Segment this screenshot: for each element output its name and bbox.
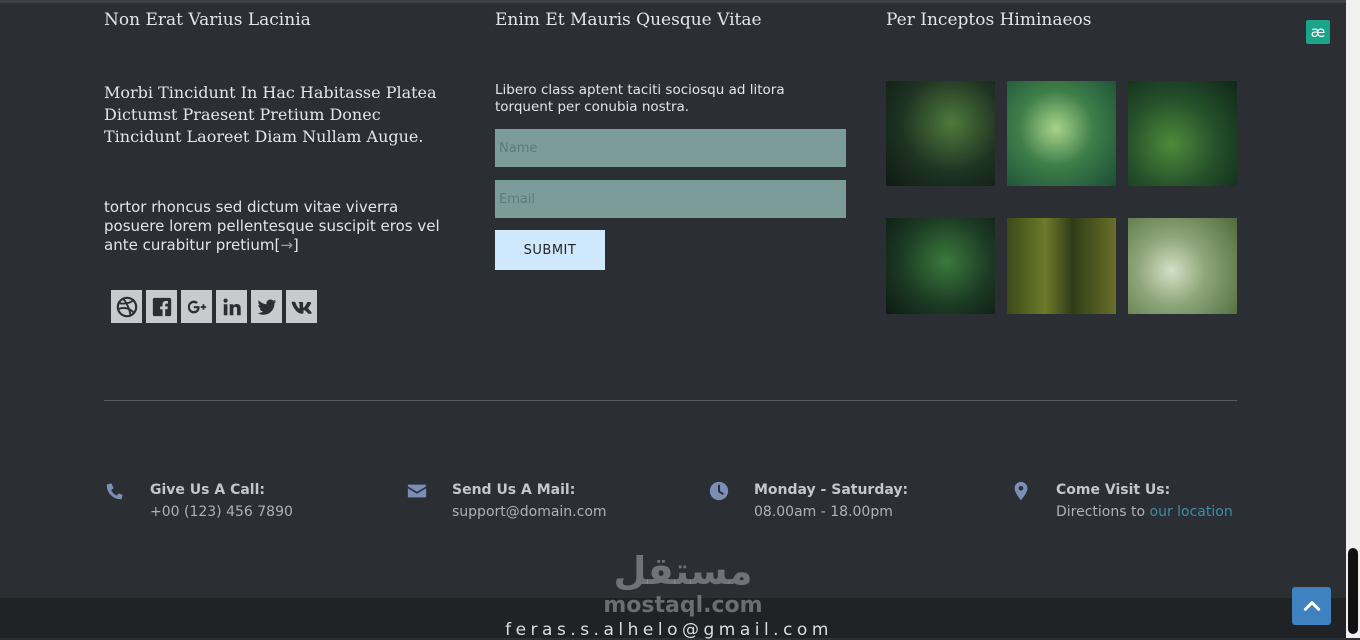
phone-icon xyxy=(104,480,126,502)
contact-hours-value: 08.00am - 18.00pm xyxy=(754,504,893,520)
footer-column-about: Non Erat Varius Lacinia Morbi Tincidunt … xyxy=(104,10,454,323)
gallery-image[interactable] xyxy=(886,218,995,314)
google-plus-icon[interactable] xyxy=(181,290,212,323)
submit-button[interactable]: SUBMIT xyxy=(495,230,605,270)
mostaql-watermark: مستقل mostaql.com xyxy=(598,548,768,618)
gallery-image[interactable] xyxy=(1007,218,1116,314)
contact-title: Give Us A Call: xyxy=(150,482,265,498)
email-input[interactable] xyxy=(495,180,846,218)
about-paragraph: tortor rhoncus sed dictum vitae viverra … xyxy=(104,198,440,254)
our-location-link[interactable]: our location xyxy=(1150,504,1233,520)
subscribe-paragraph: Libero class aptent taciti sociosqu ad l… xyxy=(495,82,785,115)
top-divider xyxy=(0,0,1346,3)
contact-email: support@domain.com xyxy=(452,504,607,520)
column-title: Enim Et Mauris Quesque Vitae xyxy=(495,10,762,30)
envelope-icon xyxy=(406,480,428,502)
linkedin-icon[interactable] xyxy=(216,290,247,323)
about-serif-paragraph: Morbi Tincidunt In Hac Habitasse Platea … xyxy=(104,83,437,146)
read-more-arrow-icon[interactable]: → xyxy=(280,236,293,254)
footer-column-subscribe: Enim Et Mauris Quesque Vitae Libero clas… xyxy=(495,10,847,270)
gallery-image[interactable] xyxy=(886,81,995,186)
contact-directions: Directions to our location xyxy=(1056,504,1233,520)
image-gallery xyxy=(886,81,1238,315)
footer-column-gallery: Per Inceptos Himinaeos xyxy=(886,10,1238,314)
facebook-icon[interactable] xyxy=(146,290,177,323)
scrollbar[interactable] xyxy=(1346,0,1360,638)
gallery-image[interactable] xyxy=(1128,218,1237,314)
dribbble-icon[interactable] xyxy=(111,290,142,323)
ae-badge-icon[interactable]: æ xyxy=(1306,20,1330,44)
scrollbar-thumb[interactable] xyxy=(1348,548,1358,634)
footer-divider xyxy=(104,400,1237,401)
name-input[interactable] xyxy=(495,129,846,167)
contact-phone: +00 (123) 456 7890 xyxy=(150,504,293,520)
gallery-image[interactable] xyxy=(1007,81,1116,186)
column-title: Non Erat Varius Lacinia xyxy=(104,10,311,30)
watermark-arabic: مستقل xyxy=(613,549,753,593)
contact-title: Come Visit Us: xyxy=(1056,482,1171,498)
footer-email: feras.s.alhelo@gmail.com xyxy=(505,620,833,640)
social-links xyxy=(111,290,317,323)
contact-title: Monday - Saturday: xyxy=(754,482,909,498)
gallery-image[interactable] xyxy=(1128,81,1237,186)
column-title: Per Inceptos Himinaeos xyxy=(886,10,1092,30)
contact-title: Send Us A Mail: xyxy=(452,482,576,498)
twitter-icon[interactable] xyxy=(251,290,282,323)
scroll-to-top-button[interactable] xyxy=(1292,587,1331,625)
watermark-latin: mostaql.com xyxy=(603,593,763,618)
chevron-up-icon xyxy=(1303,601,1320,611)
map-marker-icon xyxy=(1010,480,1032,502)
vk-icon[interactable] xyxy=(286,290,317,323)
clock-icon xyxy=(708,480,730,502)
